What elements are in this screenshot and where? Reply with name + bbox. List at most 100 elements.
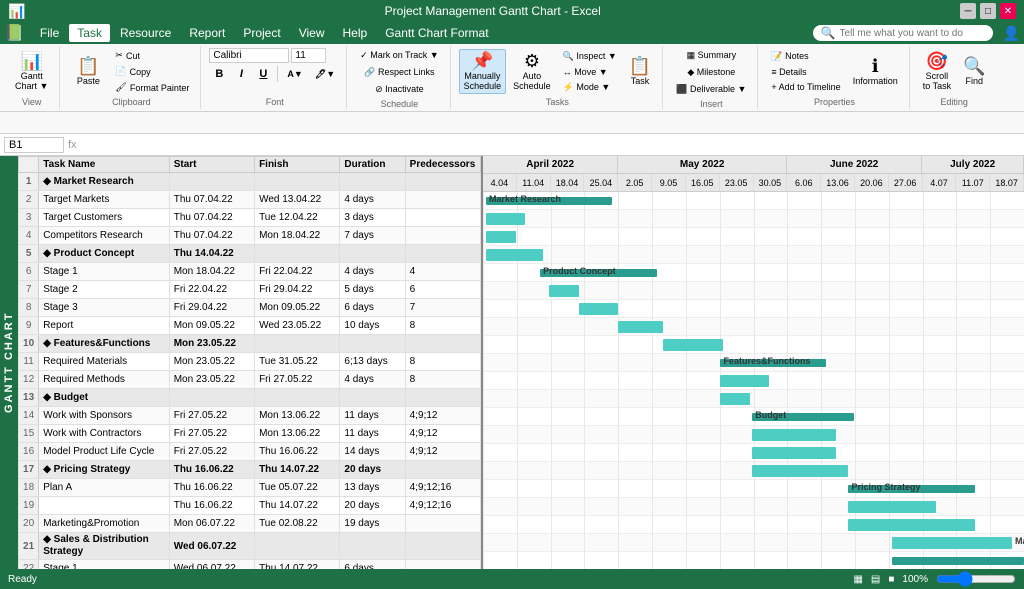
finish-cell: Tue 31.05.22 (255, 353, 340, 371)
table-row[interactable]: 4Competitors ResearchThu 07.04.22Mon 18.… (19, 227, 481, 245)
share-icon[interactable]: 👤 (1003, 25, 1020, 42)
task-button[interactable]: 📋 Task (624, 54, 656, 90)
gantt-month: June 2022 (787, 156, 922, 173)
view-gantt-btn[interactable]: ▤ (871, 574, 880, 585)
row-number: 20 (19, 515, 39, 533)
information-button[interactable]: ℹ Information (848, 54, 903, 90)
underline-button[interactable]: U (253, 65, 273, 83)
gantt-bar[interactable] (663, 339, 723, 351)
highlight-button[interactable]: 🖊▼ (310, 65, 340, 83)
manually-schedule-button[interactable]: 📌 ManuallySchedule (459, 49, 507, 95)
task-name-cell: ◆ Sales & Distribution Strategy (39, 533, 170, 560)
search-input[interactable] (840, 28, 985, 39)
gantt-week: 4.04 (483, 174, 517, 192)
view-full-btn[interactable]: ■ (888, 574, 894, 585)
milestone-button[interactable]: ◆ Milestone (682, 65, 740, 80)
menu-view[interactable]: View (291, 24, 333, 42)
name-box[interactable] (4, 137, 64, 153)
font-name-input[interactable] (209, 48, 289, 63)
table-row[interactable]: 3Target CustomersThu 07.04.22Tue 12.04.2… (19, 209, 481, 227)
table-row[interactable]: 12Required MethodsMon 23.05.22Fri 27.05.… (19, 371, 481, 389)
maximize-button[interactable]: □ (980, 3, 996, 19)
find-button[interactable]: 🔍 Find (958, 54, 990, 90)
gantt-bar[interactable] (892, 557, 1024, 565)
start-cell: Thu 16.06.22 (169, 497, 254, 515)
table-row[interactable]: 22Stage 1Wed 06.07.22Thu 14.07.226 days (19, 560, 481, 570)
cut-button[interactable]: ✂ Cut (110, 48, 194, 63)
table-row[interactable]: 9ReportMon 09.05.22Wed 23.05.2210 days8 (19, 317, 481, 335)
notes-button[interactable]: 📝 Notes (766, 49, 845, 64)
gantt-chart-button[interactable]: 📊 GanttChart ▼ (10, 49, 53, 95)
table-row[interactable]: 10◆ Features&FunctionsMon 23.05.22 (19, 335, 481, 353)
inspect-button[interactable]: 🔍 Inspect ▼ (558, 49, 622, 64)
respect-links-button[interactable]: 🔗 Respect Links (359, 65, 439, 80)
table-row[interactable]: 2Target MarketsThu 07.04.22Wed 13.04.224… (19, 191, 481, 209)
table-row[interactable]: 15Work with ContractorsFri 27.05.22Mon 1… (19, 425, 481, 443)
table-row[interactable]: 8Stage 3Fri 29.04.22Mon 09.05.226 days7 (19, 299, 481, 317)
paste-button[interactable]: 📋 Paste (68, 54, 108, 90)
font-color-button[interactable]: A▼ (282, 65, 307, 83)
gantt-bar[interactable] (752, 447, 836, 459)
gantt-bar[interactable] (486, 231, 516, 243)
menu-file[interactable]: File (32, 24, 67, 42)
gantt-bar[interactable] (720, 393, 750, 405)
menu-resource[interactable]: Resource (112, 24, 179, 42)
font-size-input[interactable] (291, 48, 326, 63)
inactivate-button[interactable]: ⊘ Inactivate (370, 82, 429, 97)
details-button[interactable]: ≡ Details (766, 65, 845, 79)
table-row[interactable]: 7Stage 2Fri 22.04.22Fri 29.04.225 days6 (19, 281, 481, 299)
table-row[interactable]: 1◆ Market Research (19, 173, 481, 191)
predecessors-cell: 4;9;12;16 (405, 497, 480, 515)
minimize-button[interactable]: ─ (960, 3, 976, 19)
gantt-bar[interactable] (579, 303, 618, 315)
deliverable-button[interactable]: ⬛ Deliverable ▼ (671, 82, 751, 97)
table-row[interactable]: 18Plan AThu 16.06.22Tue 05.07.2213 days4… (19, 479, 481, 497)
table-row[interactable]: 14Work with SponsorsFri 27.05.22Mon 13.0… (19, 407, 481, 425)
add-to-timeline-button[interactable]: + Add to Timeline (766, 80, 845, 94)
gantt-bar[interactable] (752, 429, 836, 441)
start-cell: Thu 07.04.22 (169, 209, 254, 227)
gantt-bar[interactable] (549, 285, 579, 297)
formula-input[interactable] (81, 139, 1020, 151)
gantt-bar[interactable] (752, 465, 848, 477)
gantt-bar[interactable] (892, 537, 1012, 549)
table-row[interactable]: 11Required MaterialsMon 23.05.22Tue 31.0… (19, 353, 481, 371)
table-row[interactable]: 6Stage 1Mon 18.04.22Fri 22.04.224 days4 (19, 263, 481, 281)
format-painter-button[interactable]: 🖌 Format Painter (110, 80, 194, 95)
italic-button[interactable]: I (231, 65, 251, 83)
menu-gantt-format[interactable]: Gantt Chart Format (377, 24, 496, 42)
bold-button[interactable]: B (209, 65, 229, 83)
menu-task[interactable]: Task (69, 24, 110, 42)
table-row[interactable]: 17◆ Pricing StrategyThu 16.06.22Thu 14.0… (19, 461, 481, 479)
gantt-bar[interactable] (848, 501, 935, 513)
table-row[interactable]: 21◆ Sales & Distribution StrategyWed 06.… (19, 533, 481, 560)
mark-on-track-button[interactable]: ✓ Mark on Track ▼ (355, 48, 443, 63)
row-number: 13 (19, 389, 39, 407)
gantt-bar[interactable] (618, 321, 663, 333)
font-divider1 (277, 66, 278, 82)
gantt-bar[interactable] (486, 213, 525, 225)
table-row[interactable]: 20Marketing&PromotionMon 06.07.22Tue 02.… (19, 515, 481, 533)
move-button[interactable]: ↔ Move ▼ (558, 65, 622, 79)
task-name-cell: ◆ Market Research (39, 173, 170, 191)
table-row[interactable]: 13◆ Budget (19, 389, 481, 407)
scroll-to-task-button[interactable]: 🎯 Scrollto Task (918, 49, 956, 95)
gantt-bar[interactable] (486, 249, 543, 261)
zoom-slider[interactable] (936, 571, 1016, 587)
search-box[interactable]: 🔍 (813, 25, 993, 41)
copy-button[interactable]: 📄 Copy (110, 64, 194, 79)
gantt-grid-line (821, 192, 822, 569)
menu-report[interactable]: Report (181, 24, 233, 42)
table-row[interactable]: 5◆ Product ConceptThu 14.04.22 (19, 245, 481, 263)
summary-button[interactable]: ▦ Summary (682, 48, 742, 63)
gantt-bar[interactable] (720, 375, 768, 387)
menu-project[interactable]: Project (235, 24, 288, 42)
auto-schedule-button[interactable]: ⚙ AutoSchedule (508, 49, 556, 95)
table-row[interactable]: 19Thu 16.06.22Thu 14.07.2220 days4;9;12;… (19, 497, 481, 515)
gantt-bar[interactable] (848, 519, 974, 531)
menu-help[interactable]: Help (335, 24, 376, 42)
view-normal-btn[interactable]: ▦ (853, 574, 862, 585)
mode-button[interactable]: ⚡ Mode ▼ (558, 80, 622, 95)
close-button[interactable]: ✕ (1000, 3, 1016, 19)
table-row[interactable]: 16Model Product Life CycleFri 27.05.22Th… (19, 443, 481, 461)
